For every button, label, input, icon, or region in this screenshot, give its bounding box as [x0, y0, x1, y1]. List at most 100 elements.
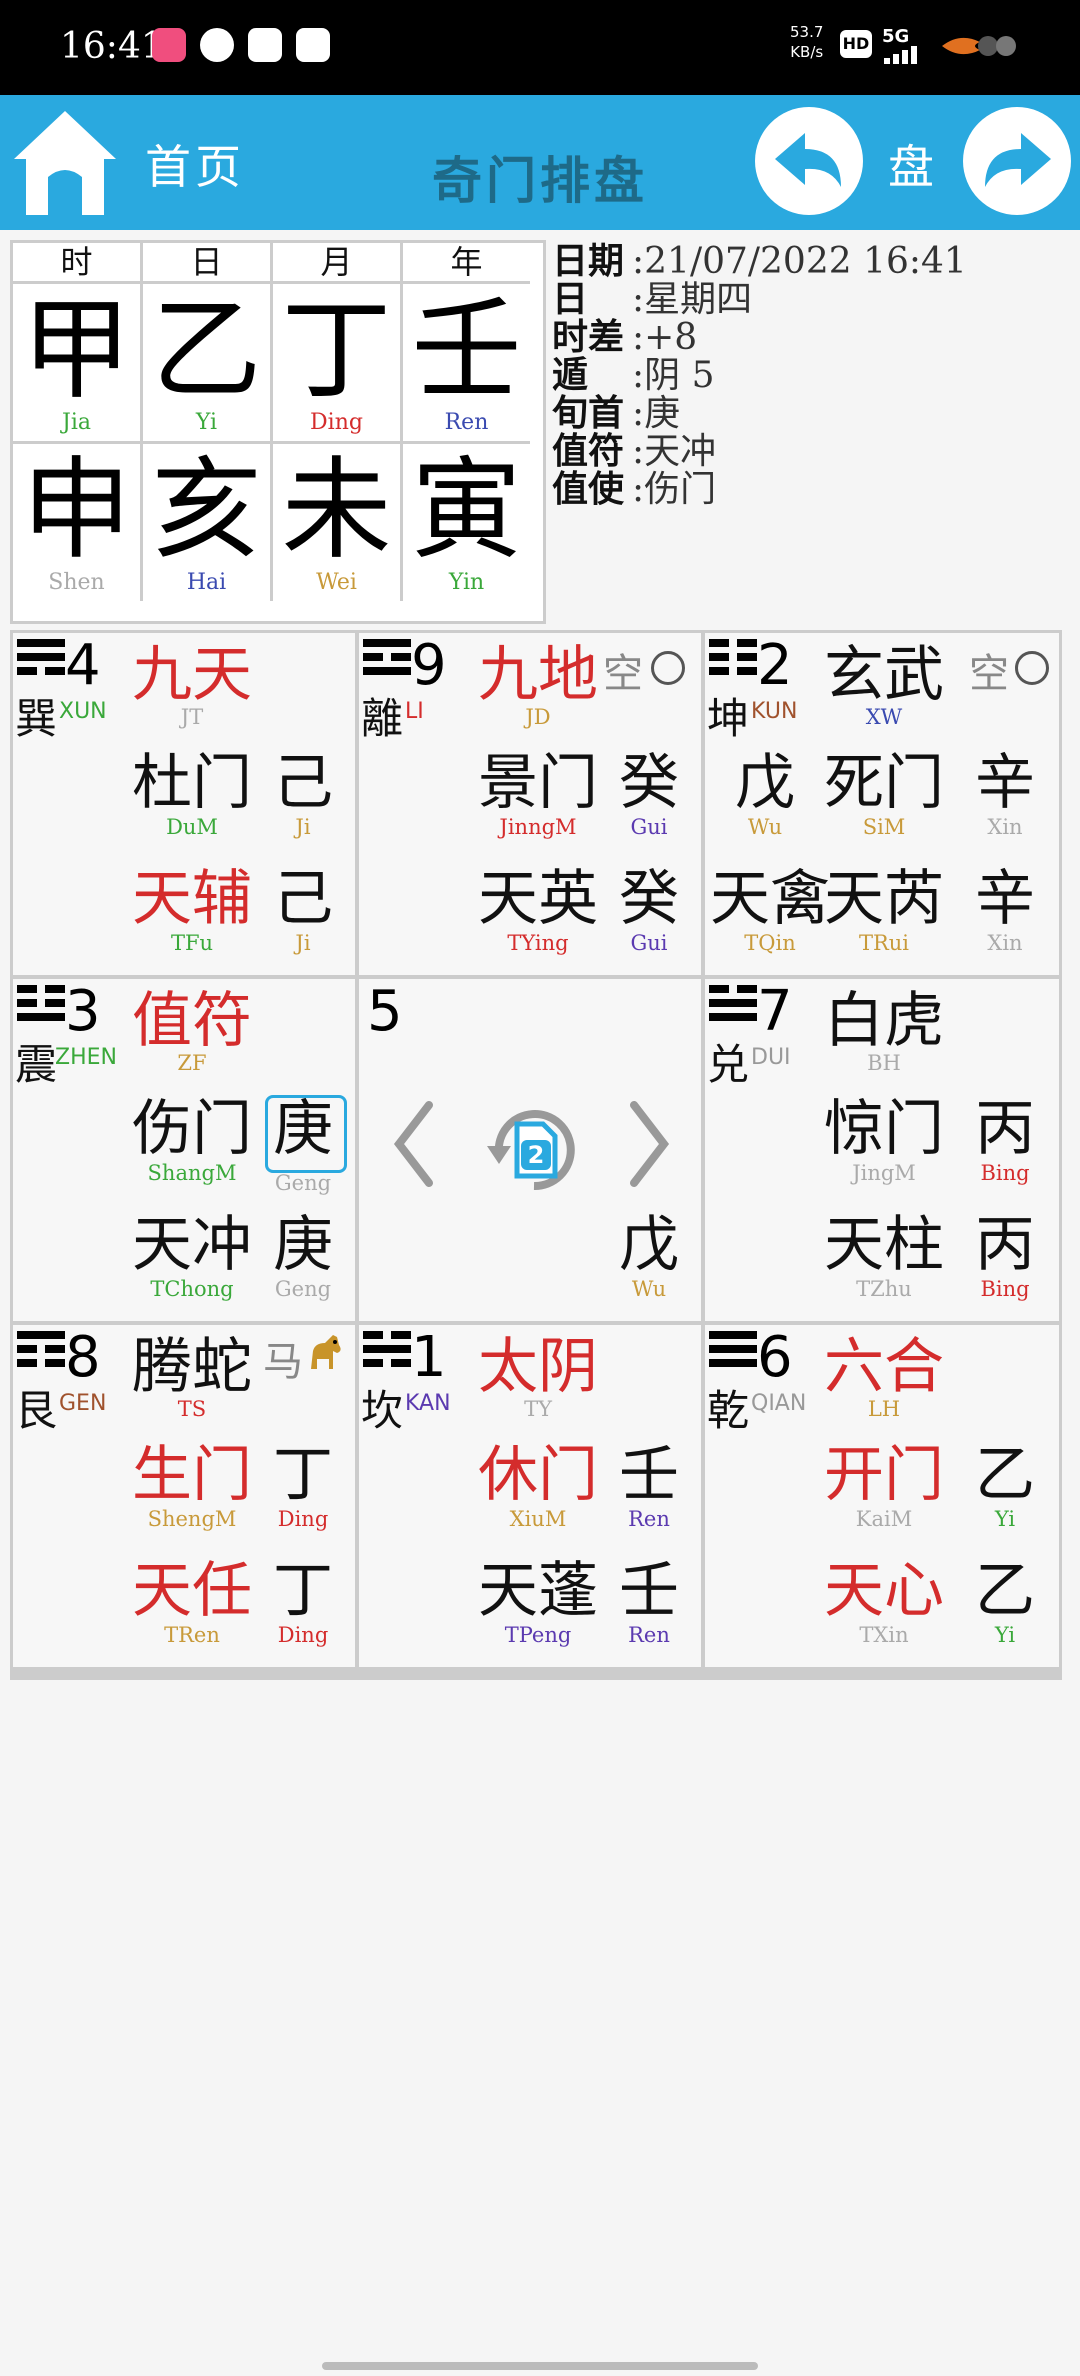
forward-button[interactable]	[963, 107, 1071, 215]
hd-icon: HD	[840, 30, 872, 58]
god-pinyin: LH	[867, 1397, 901, 1421]
star-stem-pinyin: Xin	[987, 931, 1023, 955]
door-stem: 辛	[975, 748, 1035, 818]
palace-pinyin: KAN	[405, 1391, 451, 1416]
battery-icon	[942, 36, 1016, 56]
door-label: 杜门	[132, 748, 252, 818]
star-stem: 丙	[975, 1210, 1035, 1280]
branch-char: 寅	[411, 446, 522, 574]
app-icon	[152, 28, 186, 62]
back-button[interactable]	[755, 107, 863, 215]
signal-icon	[884, 46, 917, 64]
star-pinyin: TRui	[858, 931, 910, 955]
god-pinyin: TY	[524, 1397, 552, 1421]
palace-number: 6	[757, 1325, 793, 1390]
palace-pinyin: KUN	[751, 699, 798, 724]
kong-circle-icon	[1015, 651, 1049, 685]
star-pinyin: TXin	[859, 1623, 909, 1647]
star-label: 天芮	[824, 864, 944, 934]
stem-cell-month: 丁 Ding	[273, 284, 403, 444]
palace-li[interactable]: 9 離 LI 九地 JD 空 景门 JinngM 癸 Gui 天英 TYing …	[359, 633, 701, 975]
door-stem: 丁	[273, 1440, 333, 1510]
info-dun: 遁:阴 5	[552, 354, 715, 396]
center-stem-pinyin: Wu	[631, 1277, 667, 1301]
palace-number: 1	[411, 1325, 447, 1390]
palace-number: 4	[65, 633, 101, 698]
stem-char: 甲	[21, 286, 132, 414]
door-stem: 丙	[975, 1094, 1035, 1164]
door-stem: 庚	[273, 1094, 333, 1164]
info-zhi-shi: 值使:伤门	[552, 468, 717, 510]
palace-qian[interactable]: 6 乾 QIAN 六合 LH 开门 KaiM 乙 Yi 天心 TXin 乙 Yi	[705, 1325, 1059, 1667]
palace-kan[interactable]: 1 坎 KAN 太阴 TY 休门 XiuM 壬 Ren 天蓬 TPeng 壬 R…	[359, 1325, 701, 1667]
god-label: 太阴	[478, 1332, 598, 1402]
palace-name: 離	[361, 694, 404, 743]
door-stem-pinyin: Ren	[628, 1507, 670, 1531]
clock: 16:41	[60, 26, 164, 67]
trigram-icon	[17, 1331, 65, 1373]
message-icon	[200, 28, 234, 62]
god-label: 值符	[132, 986, 252, 1056]
star-stem: 壬	[619, 1556, 679, 1626]
palace-center: 5 2 戊 Wu	[359, 979, 701, 1321]
palace-number: 3	[65, 979, 101, 1044]
trigram-icon	[363, 639, 411, 681]
door-stem-pinyin: Xin	[987, 815, 1023, 839]
star-stem: 己	[273, 864, 333, 934]
chevron-left-icon[interactable]	[389, 1099, 439, 1189]
trigram-icon	[17, 985, 65, 1027]
god-label: 六合	[824, 1332, 944, 1402]
refresh-cycle-button[interactable]: 2	[479, 1094, 589, 1204]
speed-unit: KB/s	[790, 43, 824, 61]
info-weekday: 日:星期四	[552, 278, 753, 320]
chevron-right-icon[interactable]	[624, 1099, 674, 1189]
palace-name: 震	[15, 1040, 58, 1089]
pillar-header-day: 日	[143, 243, 273, 284]
door-label: 生门	[132, 1440, 252, 1510]
star-stem: 乙	[975, 1556, 1035, 1626]
star-stem-pinyin: Ren	[628, 1623, 670, 1647]
star-label: 天柱	[824, 1210, 944, 1280]
door-left-stem-pinyin: Wu	[747, 815, 783, 839]
pillar-header-hour: 时	[13, 243, 143, 284]
branch-cell-month: 未 Wei	[273, 444, 403, 601]
pillar-header-year: 年	[403, 243, 530, 284]
star-stem-pinyin: Bing	[980, 1277, 1030, 1301]
star-stem: 癸	[619, 864, 679, 934]
palace-name: 乾	[707, 1386, 750, 1435]
star-stem: 丁	[273, 1556, 333, 1626]
trigram-icon	[709, 639, 757, 681]
notification-icons	[152, 28, 330, 62]
stem-char: 丁	[281, 286, 392, 414]
palace-name: 坎	[361, 1386, 404, 1435]
branch-char: 未	[281, 446, 392, 574]
star-stem-pinyin: Yi	[994, 1623, 1016, 1647]
door-stem: 癸	[619, 748, 679, 818]
undo-arrow-icon	[775, 133, 841, 187]
app-header: 首页 奇门排盘 盘	[0, 95, 1080, 230]
palace-dui[interactable]: 7 兑 DUI 白虎 BH 惊门 JingM 丙 Bing 天柱 TZhu 丙 …	[705, 979, 1059, 1321]
palace-number: 8	[65, 1325, 101, 1390]
star-pinyin: TZhu	[856, 1277, 912, 1301]
branch-cell-hour: 申 Shen	[13, 444, 143, 601]
palace-gen[interactable]: 8 艮 GEN 腾蛇 TS 马 生门 ShengM 丁 Ding 天任 TRen…	[13, 1325, 355, 1667]
star-stem: 辛	[975, 864, 1035, 934]
palace-kun[interactable]: 2 坤 KUN 玄武 XW 空 戊 Wu 死门 SiM 辛 Xin 天禽 TQi…	[705, 633, 1059, 975]
star-label: 天心	[824, 1556, 944, 1626]
home-indicator[interactable]	[322, 2362, 758, 2370]
palace-zhen[interactable]: 3 震 ZHEN 值符 ZF 伤门 ShangM 庚 Geng 天冲 TChon…	[13, 979, 355, 1321]
star-pinyin: TChong	[150, 1277, 234, 1301]
pillar-header-month: 月	[273, 243, 403, 284]
door-stem-pinyin: Ding	[277, 1507, 329, 1531]
trigram-icon	[17, 639, 65, 681]
god-label: 白虎	[824, 986, 944, 1056]
palace-xun[interactable]: 4 巽 XUN 九天 JT 杜门 DuM 己 Ji 天辅 TFu 己 Ji	[13, 633, 355, 975]
trigram-icon	[709, 985, 757, 1027]
palace-name: 坤	[707, 694, 750, 743]
star-pinyin: TPeng	[504, 1623, 572, 1647]
palace-pinyin: QIAN	[751, 1391, 807, 1416]
star-label: 天辅	[132, 864, 252, 934]
trigram-icon	[709, 1331, 757, 1373]
god-pinyin: JD	[525, 705, 551, 729]
star-stem-pinyin: Ji	[295, 931, 311, 955]
